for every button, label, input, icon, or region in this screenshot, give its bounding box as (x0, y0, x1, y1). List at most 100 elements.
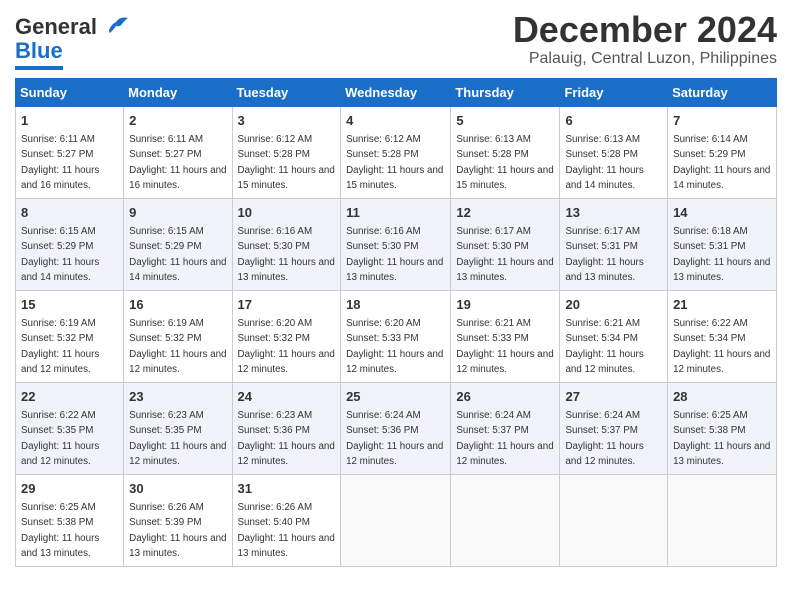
calendar-cell: 1 Sunrise: 6:11 AMSunset: 5:27 PMDayligh… (16, 107, 124, 199)
day-info: Sunrise: 6:25 AMSunset: 5:38 PMDaylight:… (21, 502, 99, 559)
location-title: Palauig, Central Luzon, Philippines (513, 50, 777, 68)
calendar-cell: 26 Sunrise: 6:24 AMSunset: 5:37 PMDaylig… (451, 383, 560, 475)
day-info: Sunrise: 6:24 AMSunset: 5:37 PMDaylight:… (456, 410, 553, 467)
day-number: 2 (129, 112, 226, 130)
logo-general-text: General (15, 14, 97, 40)
day-info: Sunrise: 6:15 AMSunset: 5:29 PMDaylight:… (129, 226, 226, 283)
day-info: Sunrise: 6:11 AMSunset: 5:27 PMDaylight:… (21, 134, 99, 191)
day-info: Sunrise: 6:16 AMSunset: 5:30 PMDaylight:… (238, 226, 335, 283)
day-number: 19 (456, 296, 554, 314)
calendar-week-row: 22 Sunrise: 6:22 AMSunset: 5:35 PMDaylig… (16, 383, 777, 475)
day-info: Sunrise: 6:22 AMSunset: 5:35 PMDaylight:… (21, 410, 99, 467)
day-number: 26 (456, 388, 554, 406)
calendar-table: Sunday Monday Tuesday Wednesday Thursday… (15, 78, 777, 567)
day-number: 10 (238, 204, 336, 222)
day-info: Sunrise: 6:17 AMSunset: 5:30 PMDaylight:… (456, 226, 553, 283)
day-number: 22 (21, 388, 118, 406)
day-number: 7 (673, 112, 771, 130)
header-friday: Friday (560, 79, 668, 107)
header-wednesday: Wednesday (341, 79, 451, 107)
day-number: 14 (673, 204, 771, 222)
calendar-week-row: 8 Sunrise: 6:15 AMSunset: 5:29 PMDayligh… (16, 199, 777, 291)
day-number: 18 (346, 296, 445, 314)
day-number: 24 (238, 388, 336, 406)
logo: General Blue (15, 10, 130, 70)
logo-underline (15, 66, 63, 70)
calendar-week-row: 1 Sunrise: 6:11 AMSunset: 5:27 PMDayligh… (16, 107, 777, 199)
calendar-cell: 9 Sunrise: 6:15 AMSunset: 5:29 PMDayligh… (124, 199, 232, 291)
calendar-cell: 15 Sunrise: 6:19 AMSunset: 5:32 PMDaylig… (16, 291, 124, 383)
day-info: Sunrise: 6:19 AMSunset: 5:32 PMDaylight:… (129, 318, 226, 375)
calendar-cell: 10 Sunrise: 6:16 AMSunset: 5:30 PMDaylig… (232, 199, 341, 291)
title-area: December 2024 Palauig, Central Luzon, Ph… (513, 10, 777, 68)
calendar-cell: 18 Sunrise: 6:20 AMSunset: 5:33 PMDaylig… (341, 291, 451, 383)
day-number: 21 (673, 296, 771, 314)
header-saturday: Saturday (668, 79, 777, 107)
day-info: Sunrise: 6:19 AMSunset: 5:32 PMDaylight:… (21, 318, 99, 375)
day-info: Sunrise: 6:12 AMSunset: 5:28 PMDaylight:… (346, 134, 443, 191)
calendar-cell: 31 Sunrise: 6:26 AMSunset: 5:40 PMDaylig… (232, 475, 341, 567)
calendar-cell (668, 475, 777, 567)
day-info: Sunrise: 6:26 AMSunset: 5:39 PMDaylight:… (129, 502, 226, 559)
calendar-cell: 16 Sunrise: 6:19 AMSunset: 5:32 PMDaylig… (124, 291, 232, 383)
day-info: Sunrise: 6:21 AMSunset: 5:34 PMDaylight:… (565, 318, 643, 375)
calendar-cell: 28 Sunrise: 6:25 AMSunset: 5:38 PMDaylig… (668, 383, 777, 475)
day-number: 1 (21, 112, 118, 130)
day-number: 5 (456, 112, 554, 130)
day-info: Sunrise: 6:18 AMSunset: 5:31 PMDaylight:… (673, 226, 770, 283)
calendar-cell: 17 Sunrise: 6:20 AMSunset: 5:32 PMDaylig… (232, 291, 341, 383)
calendar-cell: 19 Sunrise: 6:21 AMSunset: 5:33 PMDaylig… (451, 291, 560, 383)
day-number: 4 (346, 112, 445, 130)
calendar-week-row: 29 Sunrise: 6:25 AMSunset: 5:38 PMDaylig… (16, 475, 777, 567)
calendar-cell: 20 Sunrise: 6:21 AMSunset: 5:34 PMDaylig… (560, 291, 668, 383)
header-row: Sunday Monday Tuesday Wednesday Thursday… (16, 79, 777, 107)
day-info: Sunrise: 6:24 AMSunset: 5:37 PMDaylight:… (565, 410, 643, 467)
calendar-cell: 7 Sunrise: 6:14 AMSunset: 5:29 PMDayligh… (668, 107, 777, 199)
day-number: 17 (238, 296, 336, 314)
day-number: 6 (565, 112, 662, 130)
calendar-cell (451, 475, 560, 567)
header: General Blue December 2024 Palauig, Cent… (15, 10, 777, 70)
day-number: 13 (565, 204, 662, 222)
day-info: Sunrise: 6:25 AMSunset: 5:38 PMDaylight:… (673, 410, 770, 467)
calendar-cell: 6 Sunrise: 6:13 AMSunset: 5:28 PMDayligh… (560, 107, 668, 199)
calendar-cell: 14 Sunrise: 6:18 AMSunset: 5:31 PMDaylig… (668, 199, 777, 291)
day-info: Sunrise: 6:20 AMSunset: 5:32 PMDaylight:… (238, 318, 335, 375)
calendar-cell: 11 Sunrise: 6:16 AMSunset: 5:30 PMDaylig… (341, 199, 451, 291)
calendar-cell: 8 Sunrise: 6:15 AMSunset: 5:29 PMDayligh… (16, 199, 124, 291)
day-number: 16 (129, 296, 226, 314)
calendar-cell: 5 Sunrise: 6:13 AMSunset: 5:28 PMDayligh… (451, 107, 560, 199)
month-title: December 2024 (513, 10, 777, 50)
calendar-cell: 12 Sunrise: 6:17 AMSunset: 5:30 PMDaylig… (451, 199, 560, 291)
day-info: Sunrise: 6:17 AMSunset: 5:31 PMDaylight:… (565, 226, 643, 283)
day-info: Sunrise: 6:22 AMSunset: 5:34 PMDaylight:… (673, 318, 770, 375)
logo-bird-icon (102, 16, 130, 38)
calendar-cell: 4 Sunrise: 6:12 AMSunset: 5:28 PMDayligh… (341, 107, 451, 199)
day-number: 29 (21, 480, 118, 498)
header-thursday: Thursday (451, 79, 560, 107)
logo-blue-text: Blue (15, 38, 63, 64)
day-number: 23 (129, 388, 226, 406)
calendar-cell: 30 Sunrise: 6:26 AMSunset: 5:39 PMDaylig… (124, 475, 232, 567)
day-info: Sunrise: 6:16 AMSunset: 5:30 PMDaylight:… (346, 226, 443, 283)
day-number: 30 (129, 480, 226, 498)
day-number: 31 (238, 480, 336, 498)
day-info: Sunrise: 6:20 AMSunset: 5:33 PMDaylight:… (346, 318, 443, 375)
calendar-cell: 27 Sunrise: 6:24 AMSunset: 5:37 PMDaylig… (560, 383, 668, 475)
calendar-cell: 23 Sunrise: 6:23 AMSunset: 5:35 PMDaylig… (124, 383, 232, 475)
header-sunday: Sunday (16, 79, 124, 107)
day-number: 8 (21, 204, 118, 222)
day-number: 25 (346, 388, 445, 406)
calendar-cell: 2 Sunrise: 6:11 AMSunset: 5:27 PMDayligh… (124, 107, 232, 199)
header-tuesday: Tuesday (232, 79, 341, 107)
day-info: Sunrise: 6:11 AMSunset: 5:27 PMDaylight:… (129, 134, 226, 191)
day-info: Sunrise: 6:21 AMSunset: 5:33 PMDaylight:… (456, 318, 553, 375)
day-number: 3 (238, 112, 336, 130)
day-info: Sunrise: 6:23 AMSunset: 5:35 PMDaylight:… (129, 410, 226, 467)
day-number: 28 (673, 388, 771, 406)
day-info: Sunrise: 6:13 AMSunset: 5:28 PMDaylight:… (456, 134, 553, 191)
calendar-cell: 24 Sunrise: 6:23 AMSunset: 5:36 PMDaylig… (232, 383, 341, 475)
day-number: 20 (565, 296, 662, 314)
header-monday: Monday (124, 79, 232, 107)
day-info: Sunrise: 6:15 AMSunset: 5:29 PMDaylight:… (21, 226, 99, 283)
